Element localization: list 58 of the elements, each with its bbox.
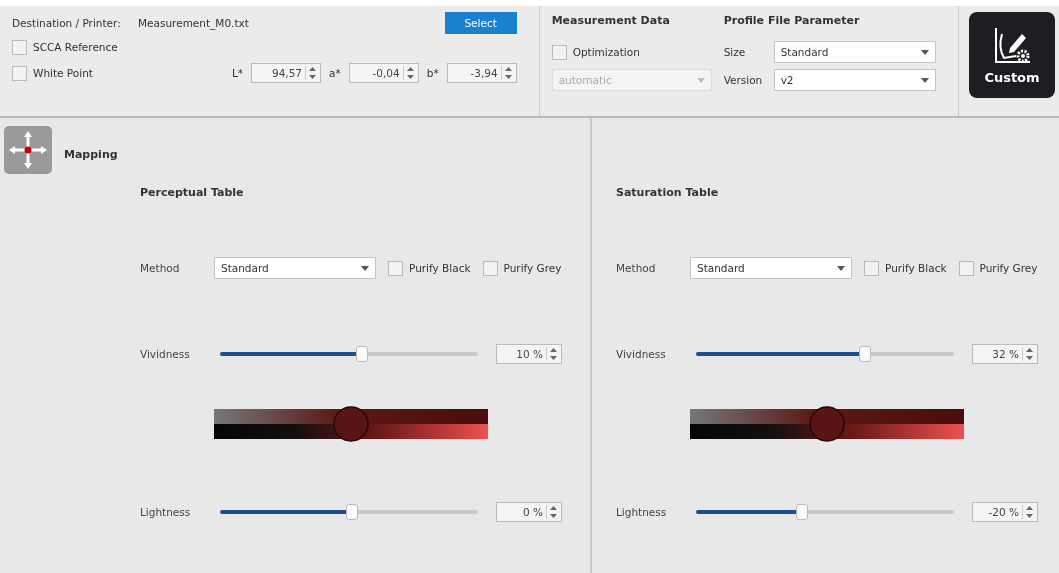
slider-label: Vividness bbox=[616, 348, 667, 360]
checkbox-label: White Point bbox=[33, 67, 93, 79]
checkbox[interactable] bbox=[388, 260, 403, 276]
spinner-arrows-icon[interactable] bbox=[305, 66, 318, 80]
caret-icon bbox=[920, 77, 929, 83]
number-field[interactable]: 32 % bbox=[972, 344, 1038, 364]
checkbox[interactable] bbox=[864, 260, 879, 276]
spinner-arrows-icon[interactable] bbox=[546, 505, 558, 519]
caret-icon bbox=[361, 265, 369, 271]
move-arrows-icon[interactable] bbox=[4, 126, 52, 174]
select-button[interactable]: Select bbox=[444, 12, 517, 34]
field-label: b* bbox=[426, 67, 439, 79]
spinner-arrows-icon[interactable] bbox=[1022, 347, 1034, 361]
number-field[interactable]: -3,94 bbox=[446, 63, 517, 83]
checkbox-label: Purify Black bbox=[409, 262, 471, 274]
slider-label: Vividness bbox=[140, 348, 191, 360]
checkbox[interactable] bbox=[12, 39, 27, 55]
checkbox-label: Optimization bbox=[572, 46, 640, 58]
section-title: Profile File Parameter bbox=[723, 14, 861, 29]
checkbox[interactable] bbox=[958, 260, 974, 276]
field-label: Method bbox=[616, 262, 657, 274]
checkbox-label: Purify Grey bbox=[979, 262, 1038, 274]
number-field[interactable]: -0,04 bbox=[348, 63, 419, 83]
checkbox-label: Purify Black bbox=[885, 262, 947, 274]
spinner-arrows-icon[interactable] bbox=[500, 66, 513, 80]
checkbox[interactable] bbox=[482, 260, 498, 276]
section-title: Measurement Data bbox=[551, 14, 671, 29]
spinner-arrows-icon[interactable] bbox=[546, 347, 558, 361]
dropdown[interactable]: Standard bbox=[214, 257, 376, 279]
checkbox-label: SCCA Reference bbox=[33, 41, 118, 53]
checkbox[interactable] bbox=[551, 44, 567, 60]
caret-icon bbox=[920, 49, 929, 55]
custom-button[interactable]: Custom bbox=[969, 12, 1055, 98]
caret-icon bbox=[837, 265, 845, 271]
table-title: Saturation Table bbox=[616, 186, 720, 201]
slider-label: Lightness bbox=[140, 506, 192, 518]
number-field[interactable]: 94,57 bbox=[251, 63, 322, 83]
file-name: Measurement_M0.txt bbox=[138, 17, 250, 29]
spinner-arrows-icon[interactable] bbox=[402, 66, 415, 80]
field-label: L* bbox=[231, 67, 244, 79]
checkbox[interactable] bbox=[12, 65, 27, 81]
dropdown[interactable]: Standard bbox=[690, 257, 852, 279]
table-title: Perceptual Table bbox=[140, 186, 245, 201]
caret-icon bbox=[696, 77, 705, 83]
number-field[interactable]: 0 % bbox=[496, 502, 562, 522]
checkbox-label: Purify Grey bbox=[503, 262, 562, 274]
number-field[interactable]: 10 % bbox=[496, 344, 562, 364]
field-label: Version bbox=[723, 74, 764, 86]
number-field[interactable]: -20 % bbox=[972, 502, 1038, 522]
field-label: Method bbox=[140, 262, 181, 274]
dropdown[interactable]: v2 bbox=[773, 69, 936, 91]
field-label: Destination / Printer: bbox=[12, 17, 122, 29]
slider-label: Lightness bbox=[616, 506, 668, 518]
field-label: Size bbox=[723, 46, 747, 58]
section-title: Mapping bbox=[64, 148, 118, 161]
field-label: a* bbox=[329, 67, 341, 79]
spinner-arrows-icon[interactable] bbox=[1022, 505, 1034, 519]
dropdown[interactable]: Standard bbox=[773, 41, 936, 63]
